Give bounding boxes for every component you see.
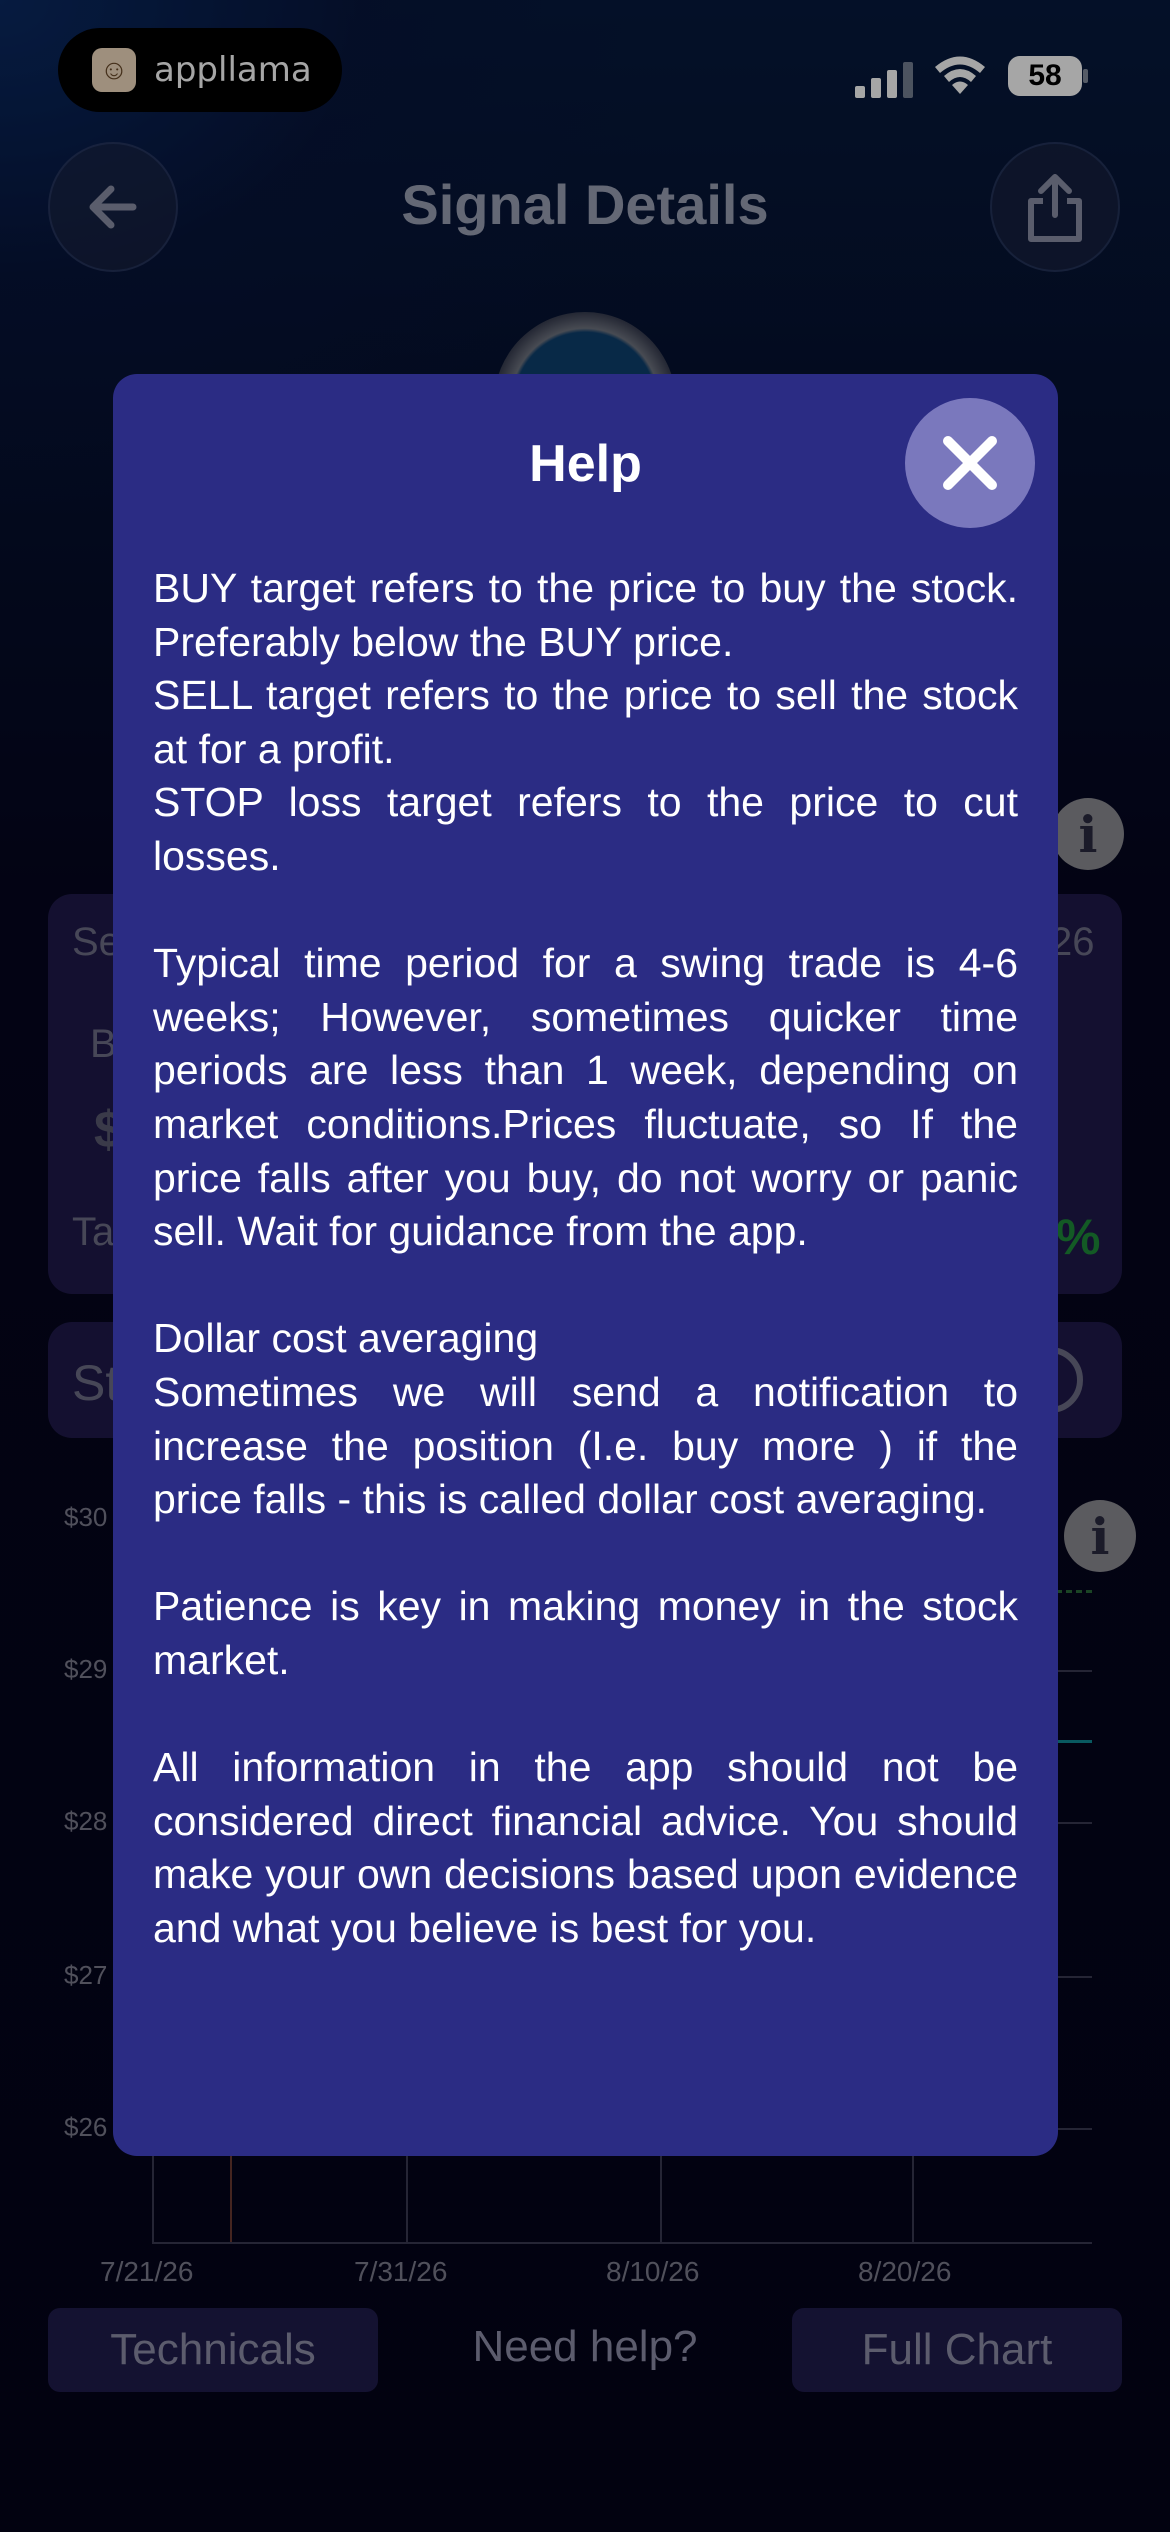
help-subheading: Dollar cost averaging bbox=[153, 1315, 539, 1362]
help-paragraph: Patience is key in making money in the s… bbox=[153, 1583, 1018, 1683]
close-button[interactable] bbox=[905, 398, 1035, 528]
help-paragraph: All information in the app should not be… bbox=[153, 1744, 1018, 1951]
help-paragraph: STOP loss target refers to the price to … bbox=[153, 779, 1018, 879]
close-icon bbox=[943, 436, 997, 490]
help-paragraph: Sometimes we will send a notification to… bbox=[153, 1368, 1018, 1523]
help-paragraph: BUY target refers to the price to buy th… bbox=[153, 565, 1018, 665]
help-paragraph: SELL target refers to the price to sell … bbox=[153, 672, 1018, 772]
help-modal: Help BUY target refers to the price to b… bbox=[113, 374, 1058, 2156]
help-paragraph: Typical time period for a swing trade is… bbox=[153, 940, 1018, 1255]
help-text: BUY target refers to the price to buy th… bbox=[153, 562, 1018, 1955]
